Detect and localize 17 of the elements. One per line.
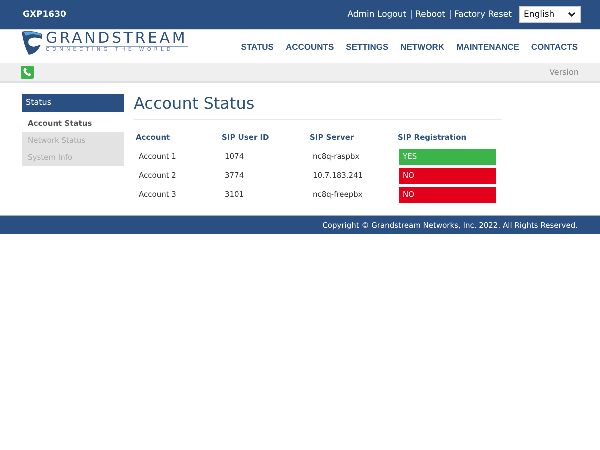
version-label: Version bbox=[550, 68, 579, 76]
header-link[interactable]: Reboot bbox=[416, 10, 446, 20]
sidebar-header[interactable]: Status bbox=[22, 94, 124, 112]
nav-item[interactable]: NETWORK bbox=[400, 42, 445, 52]
header-link[interactable]: Factory Reset bbox=[454, 10, 512, 20]
nav-item[interactable]: SETTINGS bbox=[346, 42, 389, 52]
phone-icon bbox=[21, 66, 34, 78]
logo-name: GRANDSTREAM bbox=[46, 31, 188, 47]
header-link[interactable]: Admin Logout bbox=[348, 10, 407, 20]
nav-item[interactable]: ACCOUNTS bbox=[286, 42, 334, 52]
caret-icon bbox=[568, 12, 576, 18]
nav-item[interactable]: STATUS bbox=[241, 42, 274, 52]
model-name: GXP1630 bbox=[23, 10, 66, 20]
language-select[interactable]: English bbox=[519, 6, 581, 23]
nav-item[interactable]: MAINTENANCE bbox=[456, 42, 520, 52]
nav-item[interactable]: CONTACTS bbox=[531, 42, 578, 52]
page-title: Account Status bbox=[134, 94, 502, 120]
